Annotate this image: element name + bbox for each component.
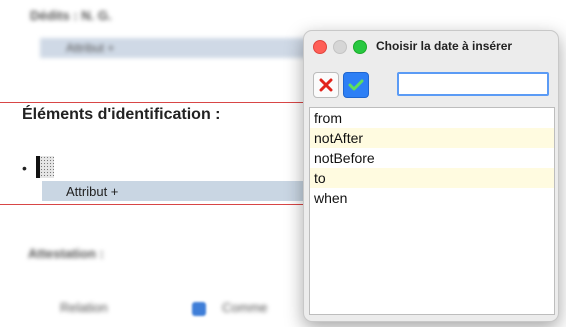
blurred-attestation-heading: Attestation :: [28, 246, 104, 261]
section-title: Éléments d'identification :: [22, 106, 221, 123]
list-item-when[interactable]: when: [310, 188, 554, 208]
list-item-notbefore[interactable]: notBefore: [310, 148, 554, 168]
bullet-marker: •: [22, 160, 27, 176]
window-maximize-button[interactable]: [353, 40, 367, 54]
section-rule-top: [0, 102, 310, 103]
empty-field-marker[interactable]: [40, 156, 54, 178]
dialog-title: Choisir la date à insérer: [376, 39, 513, 53]
attribute-add-button[interactable]: Attribut +: [66, 184, 118, 199]
date-options-list[interactable]: from notAfter notBefore to when: [309, 107, 555, 315]
dialog-titlebar[interactable]: Choisir la date à insérer: [304, 31, 558, 61]
list-item-from[interactable]: from: [310, 108, 554, 128]
window-minimize-button[interactable]: [333, 40, 347, 54]
cancel-button[interactable]: [313, 72, 339, 98]
list-item-to[interactable]: to: [310, 168, 554, 188]
close-icon: [319, 78, 333, 92]
date-filter-input[interactable]: [397, 72, 549, 96]
confirm-button[interactable]: [343, 72, 369, 98]
blurred-attribute-band: Attribut +: [40, 38, 310, 58]
window-close-button[interactable]: [313, 40, 327, 54]
section-rule-bottom: [0, 204, 310, 205]
blurred-heading: Dédits : N. G.: [30, 8, 112, 23]
checkmark-icon: [348, 79, 364, 91]
date-picker-dialog: Choisir la date à insérer from notAfter …: [303, 30, 559, 322]
blurred-comment-label: Comme: [222, 300, 268, 315]
blurred-relation-label: Relation: [60, 300, 108, 315]
blurred-checkbox: [192, 302, 206, 316]
list-item-notafter[interactable]: notAfter: [310, 128, 554, 148]
